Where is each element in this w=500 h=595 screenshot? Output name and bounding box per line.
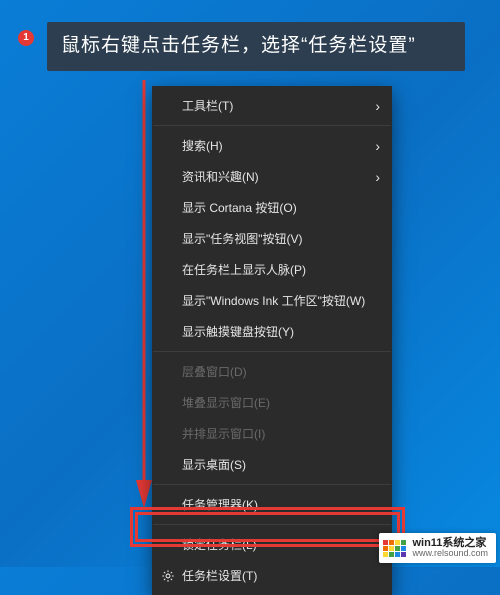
menu-item-taskbar-settings[interactable]: 任务栏设置(T)	[152, 560, 392, 591]
menu-item-taskview[interactable]: 显示"任务视图"按钮(V)	[152, 223, 392, 254]
menu-label: 搜索(H)	[182, 137, 223, 154]
menu-item-cascade: 层叠窗口(D)	[152, 356, 392, 387]
menu-label: 在任务栏上显示人脉(P)	[182, 261, 306, 278]
menu-label: 显示 Cortana 按钮(O)	[182, 199, 297, 216]
instruction-text: 鼠标右键点击任务栏，选择“任务栏设置”	[61, 35, 416, 56]
menu-label: 层叠窗口(D)	[182, 363, 247, 380]
menu-separator	[153, 484, 391, 485]
pointer-arrow	[134, 80, 154, 508]
menu-item-cortana[interactable]: 显示 Cortana 按钮(O)	[152, 192, 392, 223]
watermark: win11系统之家 www.relsound.com	[379, 533, 496, 563]
menu-item-taskmgr[interactable]: 任务管理器(K)	[152, 489, 392, 520]
menu-label: 显示"任务视图"按钮(V)	[182, 230, 303, 247]
watermark-logo-icon	[383, 540, 406, 557]
menu-label: 资讯和兴趣(N)	[182, 168, 259, 185]
menu-item-touchkb[interactable]: 显示触摸键盘按钮(Y)	[152, 316, 392, 347]
instruction-callout: 鼠标右键点击任务栏，选择“任务栏设置”	[47, 22, 465, 71]
menu-item-toolbars[interactable]: 工具栏(T)	[152, 90, 392, 121]
menu-item-ink[interactable]: 显示"Windows Ink 工作区"按钮(W)	[152, 285, 392, 316]
watermark-line2: www.relsound.com	[412, 549, 488, 559]
menu-label: 堆叠显示窗口(E)	[182, 394, 270, 411]
taskbar-context-menu: 工具栏(T) 搜索(H) 资讯和兴趣(N) 显示 Cortana 按钮(O) 显…	[152, 86, 392, 595]
menu-label: 并排显示窗口(I)	[182, 425, 265, 442]
menu-label: 显示"Windows Ink 工作区"按钮(W)	[182, 292, 365, 309]
menu-label: 显示触摸键盘按钮(Y)	[182, 323, 294, 340]
menu-label: 任务管理器(K)	[182, 496, 258, 513]
gear-icon	[161, 569, 175, 583]
menu-separator	[153, 351, 391, 352]
menu-item-stackv: 并排显示窗口(I)	[152, 418, 392, 449]
watermark-text: win11系统之家 www.relsound.com	[412, 537, 488, 559]
menu-item-lock-taskbar[interactable]: 锁定任务栏(L)	[152, 529, 392, 560]
menu-label: 显示桌面(S)	[182, 456, 246, 473]
menu-item-people[interactable]: 在任务栏上显示人脉(P)	[152, 254, 392, 285]
menu-label: 任务栏设置(T)	[182, 567, 257, 584]
menu-item-show-desktop[interactable]: 显示桌面(S)	[152, 449, 392, 480]
menu-separator	[153, 125, 391, 126]
menu-item-search[interactable]: 搜索(H)	[152, 130, 392, 161]
step-badge: 1	[18, 30, 34, 46]
menu-label: 锁定任务栏(L)	[182, 536, 257, 553]
menu-item-stackh: 堆叠显示窗口(E)	[152, 387, 392, 418]
menu-separator	[153, 524, 391, 525]
menu-item-news[interactable]: 资讯和兴趣(N)	[152, 161, 392, 192]
menu-label: 工具栏(T)	[182, 97, 233, 114]
